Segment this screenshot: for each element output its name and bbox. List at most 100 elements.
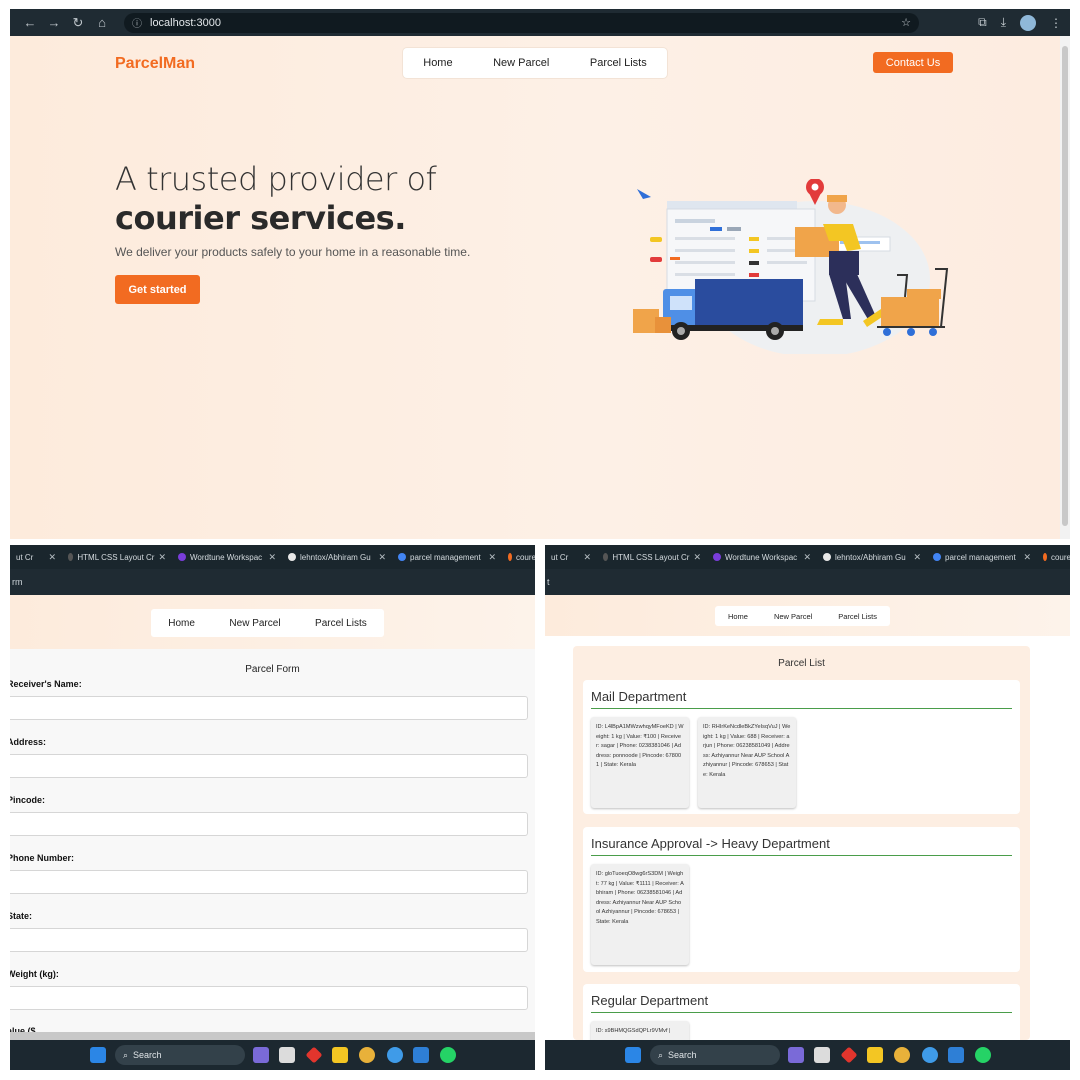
browser-tab[interactable]: parcel management ✕ <box>927 545 1037 569</box>
tab-favicon-icon <box>1043 553 1047 561</box>
hero-headline-bold: courier services. <box>115 199 406 237</box>
receiver-name-label: Receiver's Name: <box>10 679 82 689</box>
close-tab-icon[interactable]: ✕ <box>268 552 276 563</box>
bookmark-star-icon[interactable]: ☆ <box>901 16 911 29</box>
page-scrollbar[interactable] <box>1060 36 1070 539</box>
windows-start-icon[interactable] <box>90 1047 106 1063</box>
forward-icon[interactable]: → <box>42 15 66 30</box>
browser-tab[interactable]: Wordtune Workspac ✕ <box>707 545 817 569</box>
github-icon <box>823 553 831 561</box>
address-bar-fragment[interactable]: t <box>545 569 1070 595</box>
close-tab-icon[interactable]: ✕ <box>378 552 386 563</box>
browser-tab[interactable]: lehntox/Abhiram Gu ✕ <box>817 545 927 569</box>
close-tab-icon[interactable]: ✕ <box>693 552 701 563</box>
browser-tab[interactable]: ut Cr ✕ <box>545 545 597 569</box>
browser-tab[interactable]: HTML CSS Layout Cr ✕ <box>597 545 707 569</box>
windows-taskbar: ⌕ Search <box>545 1040 1070 1070</box>
calendar-icon[interactable] <box>814 1047 830 1063</box>
department-title: Mail Department <box>591 689 687 704</box>
site-info-icon[interactable]: ⓘ <box>132 15 142 30</box>
phone-number-input[interactable] <box>10 870 528 894</box>
whatsapp-icon[interactable] <box>440 1047 456 1063</box>
close-tab-icon[interactable]: ✕ <box>913 552 921 563</box>
parcel-list: Parcel List Mail Department ID: L4lBpA1M… <box>573 646 1030 1061</box>
nav-home[interactable]: Home <box>168 618 195 629</box>
nav-home[interactable]: Home <box>423 57 452 69</box>
nav-new-parcel[interactable]: New Parcel <box>229 618 280 629</box>
department-title: Insurance Approval -> Heavy Department <box>591 836 830 851</box>
profile-avatar[interactable] <box>1020 14 1036 31</box>
address-bar-fragment[interactable]: rm <box>10 569 535 595</box>
address-bar[interactable]: ⓘ localhost:3000 ☆ <box>124 12 919 33</box>
browser-tab[interactable]: parcel management ✕ <box>392 545 502 569</box>
scrollbar-thumb[interactable] <box>1062 46 1068 526</box>
extensions-icon[interactable]: ⧉ <box>978 15 987 30</box>
file-explorer-icon[interactable] <box>332 1047 348 1063</box>
browser-tab[interactable]: HTML CSS Layout Cr ✕ <box>62 545 172 569</box>
top-navigation: Home New Parcel Parcel Lists <box>715 606 890 626</box>
tab-strip: ut Cr ✕ HTML CSS Layout Cr ✕ Wordtune Work… <box>545 545 1070 569</box>
nav-parcel-lists[interactable]: Parcel Lists <box>838 612 877 621</box>
nav-home[interactable]: Home <box>728 612 748 621</box>
browser-menu-icon[interactable]: ⋮ <box>1050 16 1062 30</box>
contact-us-button[interactable]: Contact Us <box>873 52 953 73</box>
home-icon[interactable]: ⌂ <box>90 15 114 30</box>
close-tab-icon[interactable]: ✕ <box>488 552 496 563</box>
app-icon[interactable] <box>387 1047 403 1063</box>
app-icon[interactable] <box>305 1046 323 1064</box>
receiver-name-input[interactable] <box>10 696 528 720</box>
copilot-icon[interactable] <box>253 1047 269 1063</box>
github-icon <box>288 553 296 561</box>
whatsapp-icon[interactable] <box>975 1047 991 1063</box>
browser-tab[interactable]: lehntox/Abhiram Gu ✕ <box>282 545 392 569</box>
close-tab-icon[interactable]: ✕ <box>158 552 166 563</box>
address-input[interactable] <box>10 754 528 778</box>
parcel-form: Parcel Form Receiver's Name: Address: Pi… <box>10 649 535 1036</box>
browser-tab[interactable]: Wordtune Workspac ✕ <box>172 545 282 569</box>
close-tab-icon[interactable]: ✕ <box>583 552 591 563</box>
parcel-card[interactable]: ID: L4lBpA1MWzwhqyMFoeKD | Weight: 1 kg … <box>591 717 689 808</box>
pincode-input[interactable] <box>10 812 528 836</box>
weight-input[interactable] <box>10 986 528 1010</box>
close-tab-icon[interactable]: ✕ <box>48 552 56 563</box>
vscode-icon[interactable] <box>413 1047 429 1063</box>
horizontal-scrollbar[interactable] <box>10 1032 535 1040</box>
app-icon[interactable] <box>922 1047 938 1063</box>
windows-start-icon[interactable] <box>625 1047 641 1063</box>
google-icon <box>933 553 941 561</box>
close-tab-icon[interactable]: ✕ <box>1023 552 1031 563</box>
google-icon <box>398 553 406 561</box>
parcel-card[interactable]: ID: RHIrKeNcdleBkZYeIsqVuJ | Weight: 1 k… <box>698 717 796 808</box>
nav-parcel-lists[interactable]: Parcel Lists <box>315 618 367 629</box>
parcel-card[interactable]: ID: gloTuoeqO8wg6rS3DM | Weight: 77 kg |… <box>591 864 689 965</box>
back-icon[interactable]: ← <box>18 15 42 30</box>
vscode-icon[interactable] <box>948 1047 964 1063</box>
site-logo[interactable]: ParcelMan <box>115 55 195 73</box>
department-divider <box>591 708 1012 709</box>
taskbar-search[interactable]: ⌕ Search <box>115 1045 245 1065</box>
chrome-icon[interactable] <box>359 1047 375 1063</box>
department-divider <box>591 855 1012 856</box>
reload-icon[interactable]: ↻ <box>66 15 90 31</box>
browser-tab[interactable]: coure <box>1037 545 1070 569</box>
get-started-button[interactable]: Get started <box>115 275 200 304</box>
browser-tab[interactable]: coure <box>502 545 535 569</box>
download-icon[interactable]: ⤓ <box>1001 15 1006 30</box>
nav-new-parcel[interactable]: New Parcel <box>774 612 812 621</box>
nav-new-parcel[interactable]: New Parcel <box>493 57 549 69</box>
taskbar-search[interactable]: ⌕ Search <box>650 1045 780 1065</box>
close-tab-icon[interactable]: ✕ <box>803 552 811 563</box>
tab-favicon-icon <box>603 553 609 561</box>
form-title: Parcel Form <box>245 664 300 675</box>
app-icon[interactable] <box>840 1046 858 1064</box>
state-input[interactable] <box>10 928 528 952</box>
browser-tab[interactable]: ut Cr ✕ <box>10 545 62 569</box>
chrome-icon[interactable] <box>894 1047 910 1063</box>
file-explorer-icon[interactable] <box>867 1047 883 1063</box>
calendar-icon[interactable] <box>279 1047 295 1063</box>
address-label: Address: <box>10 737 47 747</box>
nav-parcel-lists[interactable]: Parcel Lists <box>590 57 647 69</box>
copilot-icon[interactable] <box>788 1047 804 1063</box>
department-card-insurance-heavy: Insurance Approval -> Heavy Department I… <box>583 827 1020 972</box>
pincode-label: Pincode: <box>10 795 46 805</box>
